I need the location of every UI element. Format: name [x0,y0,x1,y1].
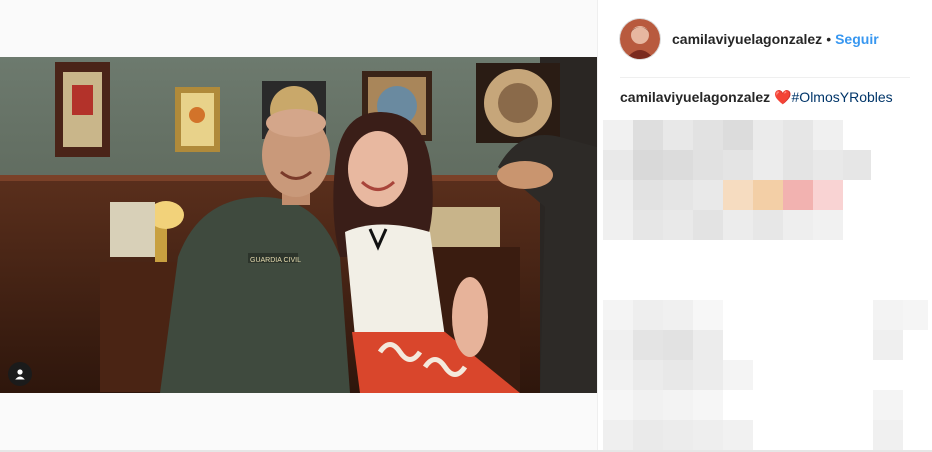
caption-username[interactable]: camilaviyuelagonzalez [620,89,770,105]
svg-text:GUARDIA CIVIL: GUARDIA CIVIL [250,257,301,264]
profile-avatar[interactable] [620,19,660,59]
person-tag-icon[interactable] [8,362,32,386]
person-silhouette-icon [15,369,25,380]
post-photo[interactable]: GUARDIA CIVIL [0,57,597,393]
photo-illustration: GUARDIA CIVIL [0,57,597,393]
post-side-panel: camilaviyuelagonzalez • Seguir camilaviy… [597,0,932,452]
post-caption: camilaviyuelagonzalez ❤️#OlmosYRobles [620,89,893,106]
header-divider [620,77,910,78]
username-link[interactable]: camilaviyuelagonzalez [672,31,822,47]
follow-button[interactable]: Seguir [835,31,879,47]
heart-emoji: ❤️ [774,89,792,105]
post-header: camilaviyuelagonzalez • Seguir [620,18,879,60]
avatar-image [620,19,660,59]
separator-dot: • [826,31,832,47]
hashtag-link[interactable]: #OlmosYRobles [792,89,893,105]
media-column: GUARDIA CIVIL [0,0,597,452]
